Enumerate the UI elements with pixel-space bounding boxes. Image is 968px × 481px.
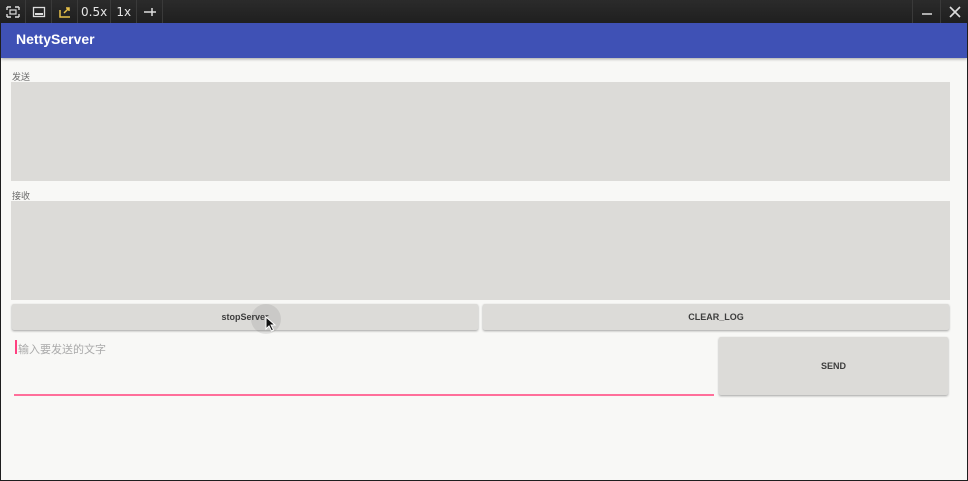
clear-log-button[interactable]: CLEAR_LOG bbox=[483, 304, 949, 330]
message-input-wrapper: 输入要发送的文字 bbox=[14, 336, 714, 398]
app-bar: NettyServer bbox=[1, 23, 967, 58]
text-caret bbox=[15, 340, 17, 354]
rotate-icon[interactable] bbox=[52, 0, 78, 23]
emulator-toolbar: 0.5x 1x bbox=[0, 0, 968, 23]
send-button[interactable]: SEND bbox=[719, 337, 948, 395]
message-input-placeholder: 输入要发送的文字 bbox=[18, 343, 106, 356]
zoom-half-button[interactable]: 0.5x bbox=[78, 0, 112, 23]
fullscreen-icon[interactable] bbox=[26, 0, 52, 23]
stop-server-label: stopServer bbox=[221, 312, 269, 322]
android-screen: NettyServer 发送 接收 stopServer CLEAR_LOG 输… bbox=[1, 23, 967, 480]
zoom-one-button[interactable]: 1x bbox=[111, 0, 138, 23]
clear-log-label: CLEAR_LOG bbox=[688, 312, 744, 322]
stop-server-button[interactable]: stopServer bbox=[12, 304, 478, 334]
mouse-cursor-icon bbox=[265, 316, 277, 332]
pin-icon[interactable] bbox=[137, 0, 164, 23]
send-log-area[interactable] bbox=[11, 82, 950, 181]
message-input[interactable] bbox=[14, 336, 714, 396]
minimize-icon[interactable] bbox=[912, 0, 940, 23]
receive-log-area[interactable] bbox=[11, 201, 950, 300]
emulator-window: 0.5x 1x NettyServer 发送 接收 stopServer CLE… bbox=[0, 0, 968, 481]
send-label-text: SEND bbox=[820, 361, 846, 371]
screenshot-icon[interactable] bbox=[0, 0, 26, 23]
app-title: NettyServer bbox=[16, 31, 95, 47]
close-icon[interactable] bbox=[940, 0, 968, 23]
